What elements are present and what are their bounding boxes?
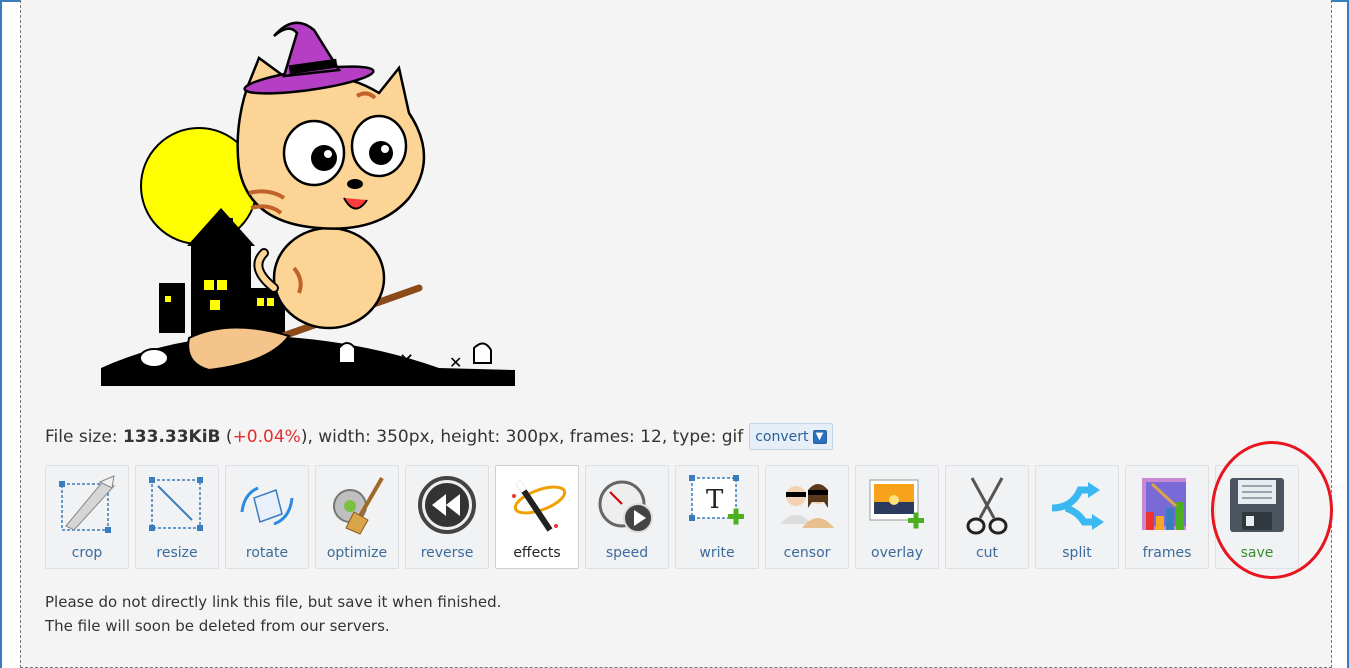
notice-line-2: The file will soon be deleted from our s… bbox=[45, 617, 390, 635]
rotate-button[interactable]: rotate bbox=[225, 465, 309, 569]
speed-label: speed bbox=[605, 545, 649, 561]
rotate-label: rotate bbox=[245, 545, 289, 561]
frames-icon bbox=[1134, 472, 1200, 538]
split-button[interactable]: split bbox=[1035, 465, 1119, 569]
write-button[interactable]: Twrite bbox=[675, 465, 759, 569]
write-icon: T bbox=[684, 472, 750, 538]
file-size-value: 133.33KiB bbox=[122, 426, 221, 447]
rotate-icon bbox=[234, 472, 300, 538]
crop-button[interactable]: crop bbox=[45, 465, 129, 569]
censor-icon bbox=[774, 472, 840, 538]
cut-button[interactable]: cut bbox=[945, 465, 1029, 569]
optimize-label: optimize bbox=[326, 545, 388, 561]
cut-label: cut bbox=[975, 545, 999, 561]
scissors-icon bbox=[954, 472, 1020, 538]
svg-text:✕: ✕ bbox=[449, 353, 462, 372]
svg-text:✕: ✕ bbox=[399, 350, 414, 371]
file-info-line: File size: 133.33KiB (+0.04%), width: 35… bbox=[45, 423, 833, 450]
crop-label: crop bbox=[71, 545, 103, 561]
resize-icon bbox=[144, 472, 210, 538]
download-arrow-icon: ▼ bbox=[812, 429, 827, 444]
effects-button[interactable]: effects bbox=[495, 465, 579, 569]
overlay-label: overlay bbox=[871, 545, 923, 561]
overlay-icon bbox=[864, 472, 930, 538]
save-highlight-circle bbox=[1211, 441, 1333, 579]
notice-text: Please do not directly link this file, b… bbox=[45, 590, 501, 638]
file-dimensions: , width: 350px, height: 300px, frames: 1… bbox=[307, 426, 744, 447]
optimize-button[interactable]: optimize bbox=[315, 465, 399, 569]
speed-icon bbox=[594, 472, 660, 538]
convert-label: convert bbox=[755, 428, 809, 445]
resize-button[interactable]: resize bbox=[135, 465, 219, 569]
reverse-icon bbox=[414, 472, 480, 538]
delta-close-paren: ) bbox=[300, 426, 308, 447]
speed-button[interactable]: speed bbox=[585, 465, 669, 569]
delta-open-paren: ( bbox=[225, 426, 233, 447]
gif-preview-image: ✕ ✕ bbox=[99, 18, 519, 388]
convert-button[interactable]: convert ▼ bbox=[749, 423, 833, 450]
file-size-label: File size: bbox=[45, 426, 118, 447]
optimize-icon bbox=[324, 472, 390, 538]
frames-button[interactable]: frames bbox=[1125, 465, 1209, 569]
overlay-button[interactable]: overlay bbox=[855, 465, 939, 569]
crop-icon bbox=[54, 472, 120, 538]
write-label: write bbox=[699, 545, 735, 561]
censor-label: censor bbox=[783, 545, 831, 561]
censor-button[interactable]: censor bbox=[765, 465, 849, 569]
tool-toolbar: crop resize rotate optimize reverse effects sp… bbox=[45, 465, 1299, 569]
file-size-delta: +0.04% bbox=[232, 426, 301, 447]
split-label: split bbox=[1062, 545, 1092, 561]
effects-icon bbox=[504, 472, 570, 538]
reverse-button[interactable]: reverse bbox=[405, 465, 489, 569]
notice-line-1: Please do not directly link this file, b… bbox=[45, 593, 502, 611]
svg-text:T: T bbox=[706, 485, 724, 515]
reverse-label: reverse bbox=[420, 545, 474, 561]
split-icon bbox=[1044, 472, 1110, 538]
resize-label: resize bbox=[156, 545, 198, 561]
effects-label: effects bbox=[513, 545, 561, 561]
frames-label: frames bbox=[1142, 545, 1192, 561]
